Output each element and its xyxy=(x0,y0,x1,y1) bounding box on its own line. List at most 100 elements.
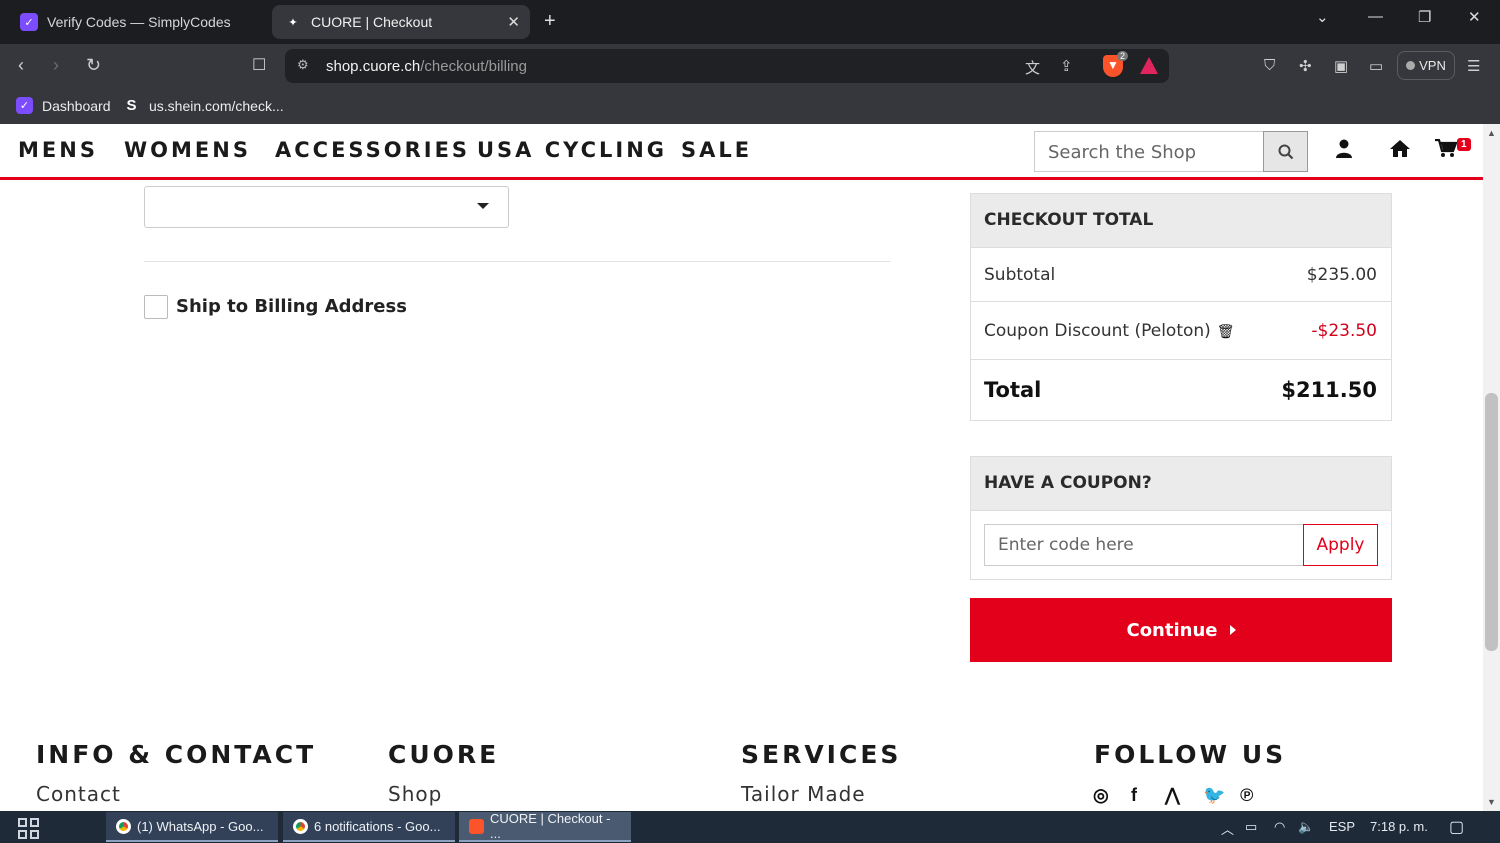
subtotal-label: Subtotal xyxy=(984,264,1056,285)
notifications-icon[interactable]: ▢ xyxy=(1449,817,1464,837)
site-settings-icon[interactable]: ⚙ xyxy=(297,57,309,73)
simplycodes-icon: ✓ xyxy=(16,97,33,114)
new-tab-icon[interactable]: + xyxy=(544,10,556,33)
volume-icon[interactable]: 🔈 xyxy=(1298,819,1314,835)
tab-title: CUORE | Checkout xyxy=(311,14,433,30)
scroll-thumb[interactable] xyxy=(1485,393,1498,651)
coupon-heading: HAVE A COUPON? xyxy=(971,457,1391,511)
back-icon[interactable]: ‹ xyxy=(18,55,24,76)
page-scrollbar[interactable]: ▲ ▼ xyxy=(1483,124,1500,811)
language-indicator[interactable]: ESP xyxy=(1329,819,1355,834)
twitter-icon[interactable]: 🐦 xyxy=(1203,785,1225,806)
url-path: /checkout/billing xyxy=(420,58,527,75)
simplycodes-icon: ✓ xyxy=(20,13,38,31)
nav-womens[interactable]: WOMENS xyxy=(124,138,251,162)
page-content: MENS WOMENS ACCESSORIES USA CYCLING SALE… xyxy=(0,124,1483,811)
apply-coupon-button[interactable]: Apply xyxy=(1303,524,1378,566)
wifi-icon[interactable]: ◠ xyxy=(1274,819,1285,835)
battery-icon[interactable]: ▭ xyxy=(1245,819,1257,835)
nav-usa-cycling[interactable]: USA CYCLING xyxy=(477,138,667,162)
clock[interactable]: 7:18 p. m. xyxy=(1370,819,1428,834)
bookmark-shein[interactable]: S us.shein.com/check... xyxy=(123,97,284,114)
instagram-icon[interactable]: ◎ xyxy=(1093,785,1109,806)
taskbar-item-whatsapp[interactable]: (1) WhatsApp - Goo... xyxy=(106,812,278,842)
discount-row: Coupon Discount (Peloton) 🗑 -$23.50 xyxy=(971,302,1391,360)
account-icon[interactable] xyxy=(1335,139,1353,165)
nav-accessories[interactable]: ACCESSORIES xyxy=(275,138,470,162)
coupon-body: Enter code here Apply xyxy=(971,511,1391,579)
cart-icon[interactable] xyxy=(1435,138,1458,164)
extensions-icon[interactable]: ✣ xyxy=(1299,57,1312,75)
address-bar[interactable]: ⚙ shop.cuore.ch/checkout/billing 文 ⇪ ▼ 2 xyxy=(285,49,1169,83)
subtotal-row: Subtotal $235.00 xyxy=(971,248,1391,302)
total-value: $211.50 xyxy=(1281,378,1377,402)
footer-link-tailor-made[interactable]: Tailor Made xyxy=(741,782,866,806)
caret-right-icon xyxy=(1229,625,1236,635)
brave-rewards-icon[interactable] xyxy=(1140,57,1158,74)
sidebar-icon[interactable]: ▣ xyxy=(1334,57,1348,75)
bookmarks-bar: ✓ Dashboard S us.shein.com/check... xyxy=(0,89,1500,124)
bookmark-label: us.shein.com/check... xyxy=(149,97,284,114)
footer-heading-info: INFO & CONTACT xyxy=(36,740,317,769)
taskbar-label: 6 notifications - Goo... xyxy=(314,818,441,834)
restore-icon[interactable]: ❐ xyxy=(1418,8,1431,26)
shein-icon: S xyxy=(126,97,137,114)
taskbar-item-cuore[interactable]: CUORE | Checkout - ... xyxy=(459,811,631,842)
url-domain: shop.cuore.ch xyxy=(326,58,421,75)
cuore-icon: ✦ xyxy=(288,16,298,29)
taskbar-item-notifications[interactable]: 6 notifications - Goo... xyxy=(283,812,455,842)
translate-icon[interactable]: 文 xyxy=(1025,57,1040,78)
wallet-icon[interactable]: ▭ xyxy=(1369,57,1383,75)
discount-value: -$23.50 xyxy=(1311,320,1377,341)
vpn-status-icon xyxy=(1406,61,1416,70)
shield-extension-icon[interactable]: ⛉ xyxy=(1264,57,1275,74)
minimize-icon[interactable]: — xyxy=(1368,8,1383,25)
bookmark-dashboard[interactable]: ✓ Dashboard xyxy=(16,97,111,114)
facebook-icon[interactable]: f xyxy=(1131,785,1137,806)
ship-to-billing-checkbox[interactable] xyxy=(144,295,168,319)
coupon-code-input[interactable]: Enter code here xyxy=(984,524,1304,566)
taskbar-label: CUORE | Checkout - ... xyxy=(490,811,611,841)
search-button[interactable] xyxy=(1263,131,1308,172)
footer-link-contact[interactable]: Contact xyxy=(36,782,121,806)
reload-icon[interactable]: ↻ xyxy=(86,55,101,76)
nav-mens[interactable]: MENS xyxy=(18,138,98,162)
menu-icon[interactable]: ☰ xyxy=(1467,57,1480,75)
bookmark-icon[interactable]: ☐ xyxy=(252,55,266,75)
pinterest-icon[interactable]: ℗ xyxy=(1240,785,1253,806)
tab-list-chevron-icon[interactable]: ⌄ xyxy=(1316,8,1329,26)
trash-icon[interactable]: 🗑 xyxy=(1217,324,1235,340)
tab-title: Verify Codes — SimplyCodes xyxy=(47,14,231,30)
browser-tab-bar: ✓ Verify Codes — SimplyCodes ✦ CUORE | C… xyxy=(0,0,1500,44)
vpn-button[interactable]: VPN xyxy=(1397,51,1455,80)
shop-search-input[interactable]: Search the Shop xyxy=(1034,131,1264,172)
scroll-down-icon[interactable]: ▼ xyxy=(1487,797,1496,807)
tray-chevron-up-icon[interactable]: ︿ xyxy=(1221,819,1234,838)
start-icon[interactable] xyxy=(18,818,39,839)
window-close-icon[interactable]: ✕ xyxy=(1468,8,1481,26)
total-label: Total xyxy=(984,378,1042,402)
total-row: Total $211.50 xyxy=(971,360,1391,420)
nav-sale[interactable]: SALE xyxy=(681,138,752,162)
home-icon[interactable] xyxy=(1389,139,1411,164)
footer-heading-services: SERVICES xyxy=(741,740,902,769)
windows-taskbar: (1) WhatsApp - Goo... 6 notifications - … xyxy=(0,811,1500,843)
footer-link-shop[interactable]: Shop xyxy=(388,782,442,806)
billing-select[interactable] xyxy=(144,186,509,228)
strava-icon[interactable]: ⋀ xyxy=(1165,785,1180,806)
scroll-up-icon[interactable]: ▲ xyxy=(1487,128,1496,138)
footer-heading-follow: FOLLOW US xyxy=(1094,740,1287,769)
coupon-panel: HAVE A COUPON? Enter code here Apply xyxy=(970,456,1392,580)
bookmark-label: Dashboard xyxy=(42,97,111,114)
search-icon xyxy=(1278,144,1293,159)
forward-icon[interactable]: › xyxy=(53,55,59,76)
browser-toolbar: ‹ › ↻ ☐ ⚙ shop.cuore.ch/checkout/billing… xyxy=(0,44,1500,89)
continue-button[interactable]: Continue xyxy=(970,598,1392,662)
tab-cuore-checkout[interactable]: ✦ CUORE | Checkout ✕ xyxy=(272,5,530,39)
checkout-total-panel: CHECKOUT TOTAL Subtotal $235.00 Coupon D… xyxy=(970,193,1392,421)
cart-count-badge: 1 xyxy=(1457,138,1471,151)
tab-simplycodes[interactable]: ✓ Verify Codes — SimplyCodes xyxy=(8,5,263,39)
ship-to-billing-label[interactable]: Ship to Billing Address xyxy=(176,296,407,317)
close-tab-icon[interactable]: ✕ xyxy=(507,13,520,31)
share-icon[interactable]: ⇪ xyxy=(1060,57,1073,75)
